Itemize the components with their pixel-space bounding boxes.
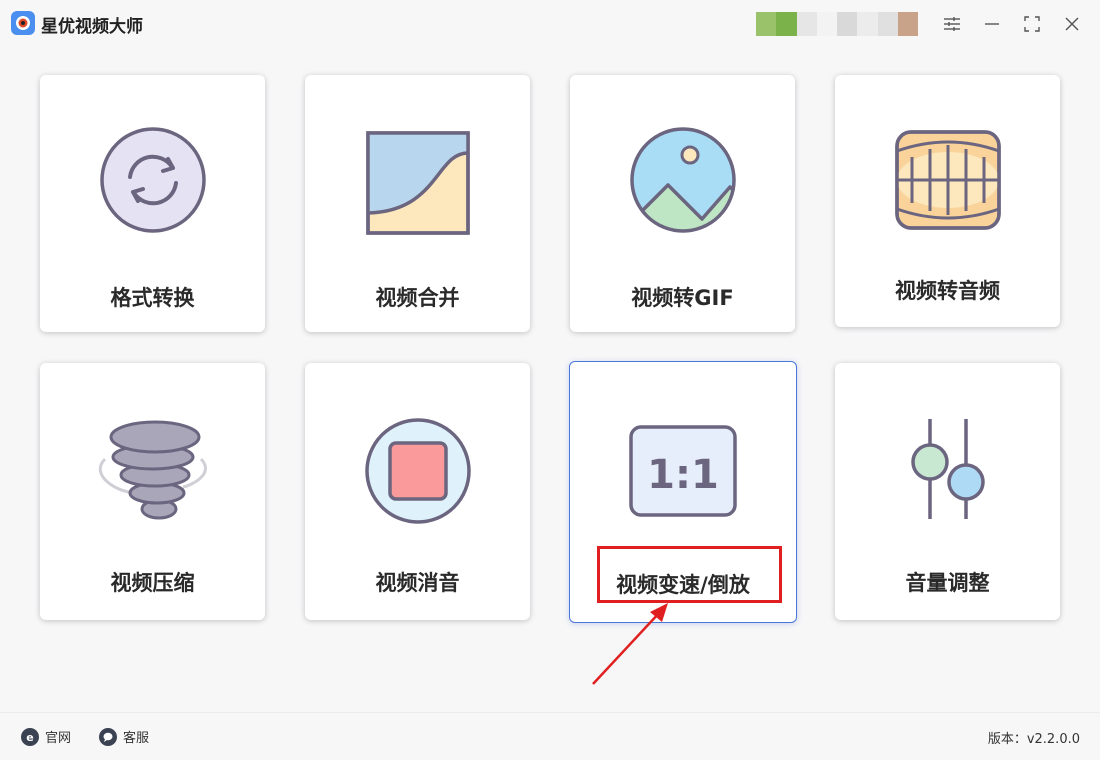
svg-text:e: e [26,731,33,743]
tile-label: 格式转换 [110,286,195,310]
tile-video-compress[interactable]: 视频压缩 [40,363,265,620]
close-icon[interactable] [1058,10,1086,38]
avatar-pixel [756,12,777,36]
website-link[interactable]: e 官网 [21,727,71,746]
tile-label: 视频转音频 [895,279,1000,303]
title-bar: 星优视频大师 [0,0,1100,48]
support-label: 客服 [123,731,150,746]
tile-video-merge[interactable]: 视频合并 [305,75,530,332]
speed-icon: 1:1 [628,424,738,522]
mute-icon [364,418,471,528]
avatar-pixel [877,12,898,36]
minimize-icon[interactable] [978,10,1006,38]
tile-video-speed-reverse[interactable]: 1:1 视频变速/倒放 [569,361,797,623]
support-link[interactable]: 客服 [99,727,149,746]
tile-format-convert[interactable]: 格式转换 [40,75,265,332]
avatar-pixel [857,12,878,36]
tile-video-mute[interactable]: 视频消音 [305,363,530,620]
avatar-pixel [816,12,837,36]
tile-label: 视频消音 [375,571,460,595]
settings-icon[interactable] [938,10,966,38]
tile-label: 视频转GIF [631,286,734,310]
user-avatar-blurred[interactable] [756,12,918,36]
merge-icon [365,131,470,239]
app-logo-icon [11,11,35,35]
browser-icon: e [21,727,39,746]
gif-icon [629,127,736,237]
tile-label: 音量调整 [905,571,990,595]
audio-icon [894,129,1002,235]
convert-icon [99,127,206,237]
avatar-pixel [897,12,918,36]
speed-icon-text: 1:1 [647,452,719,498]
website-label: 官网 [45,731,72,746]
avatar-pixel [796,12,817,36]
chat-icon [99,727,117,746]
app-title: 星优视频大师 [41,17,143,37]
avatar-pixel [837,12,858,36]
tile-video-to-audio[interactable]: 视频转音频 [835,75,1060,327]
avatar-pixel [776,12,797,36]
tile-label: 视频合并 [375,286,460,310]
footer-bar: e 官网 客服 版本：v2.2.0.0 [0,712,1100,760]
tile-label: 视频压缩 [110,571,195,595]
compress-icon [97,419,209,527]
tile-video-to-gif[interactable]: 视频转GIF [570,75,795,332]
version-text: 版本：v2.2.0.0 [987,732,1080,747]
maximize-icon[interactable] [1018,10,1046,38]
tile-label: 视频变速/倒放 [616,573,750,597]
volume-icon [898,417,998,525]
tile-volume-adjust[interactable]: 音量调整 [835,363,1060,620]
